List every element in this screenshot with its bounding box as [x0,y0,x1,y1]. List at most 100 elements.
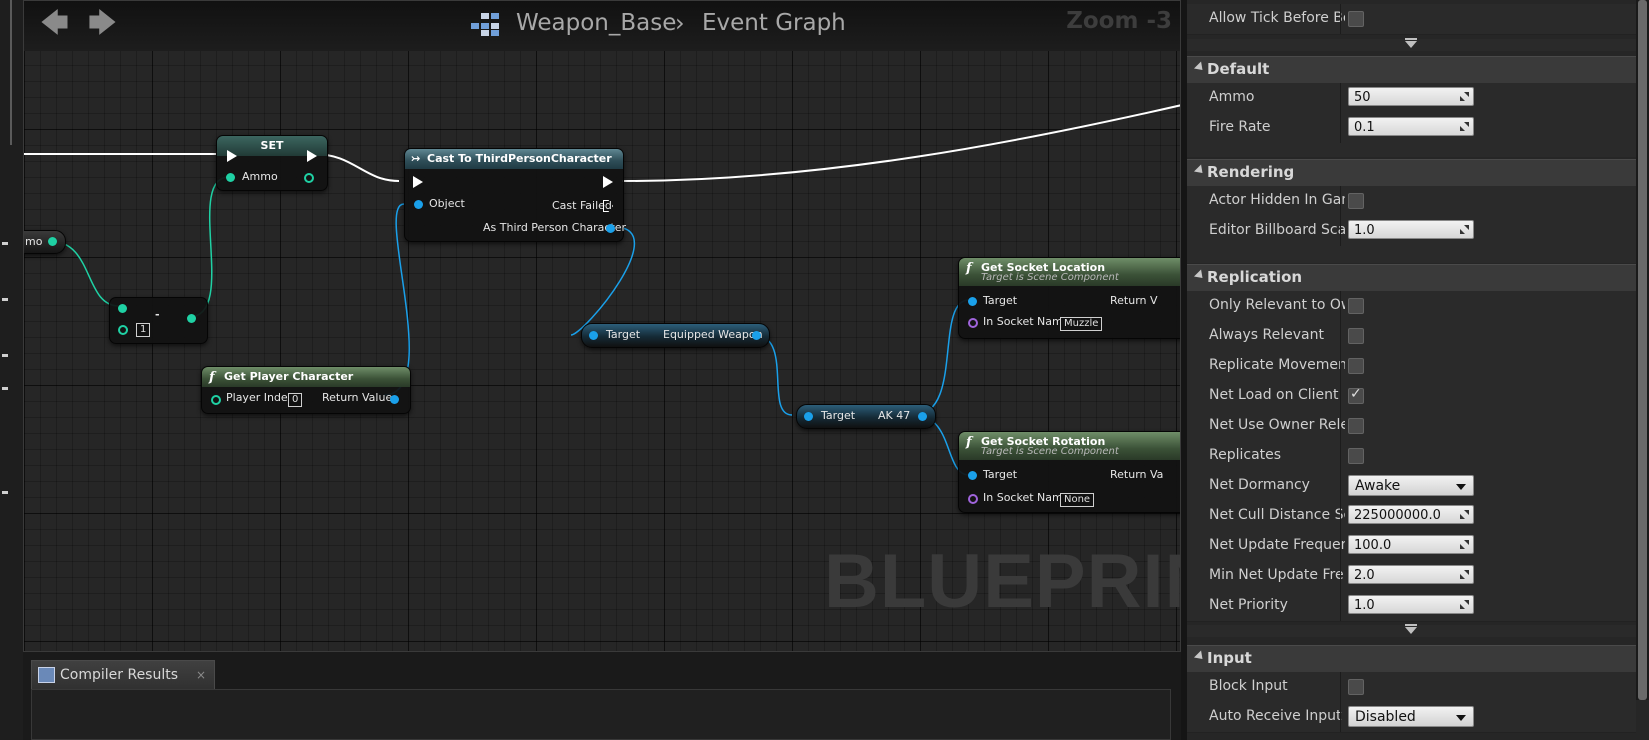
row-splitter[interactable] [1340,702,1341,732]
drag-handle-icon[interactable] [1460,570,1469,579]
set-exec-out-pin[interactable] [307,150,317,162]
row-splitter[interactable] [1340,471,1341,501]
socket-loc-name-pin[interactable] [968,318,978,328]
subtract-out-pin[interactable] [187,314,196,323]
min-net-update-input[interactable]: 2.0 [1348,565,1474,584]
as-character-pin[interactable] [606,224,615,233]
dropdown-arrow-icon[interactable] [1456,484,1466,490]
drag-handle-icon[interactable] [1460,92,1469,101]
ak47-output-pin[interactable] [918,412,927,421]
cast-to-character-node[interactable]: ↣ Cast To ThirdPersonCharacter Object Ca… [404,148,626,242]
auto-receive-dropdown[interactable]: Disabled [1348,706,1474,727]
set-ammo-in-pin[interactable] [226,173,235,182]
row-splitter[interactable] [1340,672,1341,702]
row-splitter[interactable] [1340,186,1341,216]
collapse-arrow-icon[interactable] [1193,61,1207,74]
get-socket-location-node[interactable]: f Get Socket Location Target is Scene Co… [958,257,1180,339]
replicates-checkbox[interactable] [1348,448,1364,464]
row-splitter[interactable] [1340,216,1341,246]
cast-object-pin[interactable] [414,200,423,209]
row-splitter[interactable] [1340,441,1341,471]
row-splitter[interactable] [1340,381,1341,411]
socket-loc-target-pin[interactable] [968,297,977,306]
socket-rot-target-pin[interactable] [968,471,977,480]
billboard-input[interactable]: 1.0 [1348,220,1474,239]
collapse-arrow-icon[interactable] [1193,164,1207,177]
subtract-node[interactable]: - 1 [109,297,208,344]
close-icon[interactable]: × [196,661,206,689]
subtract-b-value[interactable]: 1 [136,323,151,337]
row-splitter[interactable] [1340,4,1341,34]
net-use-owner-checkbox[interactable] [1348,418,1364,434]
dropdown-arrow-icon[interactable] [1456,715,1466,721]
compiler-results-tab[interactable]: Compiler Results × [31,660,215,690]
set-ammo-node[interactable]: SET Ammo [216,135,328,191]
details-scrollbar[interactable] [1636,0,1649,700]
net-dormancy-dropdown[interactable]: Awake [1348,475,1474,496]
net-priority-input[interactable]: 1.0 [1348,595,1474,614]
always-relevant-checkbox[interactable] [1348,328,1364,344]
category-replication[interactable]: Replication [1187,264,1636,291]
category-input[interactable]: Input [1187,645,1636,672]
expand-advanced-icon[interactable] [1405,624,1417,634]
cast-exec-out-pin[interactable] [603,176,613,188]
row-splitter[interactable] [1340,531,1341,561]
set-ammo-out-pin[interactable] [304,173,314,183]
allow-tick-checkbox[interactable] [1348,11,1364,27]
net-cull-input[interactable]: 225000000.0 [1348,505,1474,524]
category-rendering[interactable]: Rendering [1187,159,1636,186]
drag-handle-icon[interactable] [1460,510,1469,519]
row-splitter[interactable] [1340,561,1341,591]
cast-exec-in-pin[interactable] [413,176,423,188]
breadcrumb-blueprint[interactable]: Weapon_Base [516,10,676,36]
set-exec-in-pin[interactable] [227,150,237,162]
row-splitter[interactable] [1340,351,1341,381]
block-input-checkbox[interactable] [1348,679,1364,695]
drag-handle-icon[interactable] [1460,122,1469,131]
replicate-movement-checkbox[interactable] [1348,358,1364,374]
get-player-character-node[interactable]: f Get Player Character Player Index 0 Re… [201,366,411,414]
fire-rate-input[interactable]: 0.1 [1348,117,1474,136]
ammo-getter-out-pin[interactable] [48,237,57,246]
drag-handle-icon[interactable] [1460,540,1469,549]
graph-canvas[interactable]: 🡄 🡆 Weapon_Base › Event Graph Zoom -3 mo… [23,0,1181,652]
scrollbar-thumb[interactable] [1638,0,1647,700]
row-splitter[interactable] [1340,291,1341,321]
player-index-value[interactable]: 0 [288,393,303,407]
category-default[interactable]: Default [1187,56,1636,83]
get-socket-rotation-node[interactable]: f Get Socket Rotation Target is Scene Co… [958,431,1180,513]
row-splitter[interactable] [1340,321,1341,351]
subtract-b-pin[interactable] [118,325,128,335]
only-relevant-checkbox[interactable] [1348,298,1364,314]
ak47-node[interactable]: Target AK 47 [796,404,936,429]
row-splitter[interactable] [1340,501,1341,531]
player-index-pin[interactable] [211,395,221,405]
equipped-weapon-pin[interactable] [752,331,761,340]
drag-handle-icon[interactable] [1460,600,1469,609]
breadcrumb-graph[interactable]: Event Graph [702,10,846,36]
ammo-getter-node[interactable]: mo [24,230,66,254]
net-load-checkbox[interactable] [1348,386,1364,404]
drag-handle-icon[interactable] [1460,225,1469,234]
actor-hidden-checkbox[interactable] [1348,193,1364,209]
equipped-weapon-node[interactable]: Target Equipped Weapon [581,323,770,348]
collapse-arrow-icon[interactable] [1193,650,1207,663]
ak47-target-pin[interactable] [804,412,813,421]
back-arrow-icon[interactable]: 🡄 [40,8,69,38]
subtract-a-pin[interactable] [118,304,127,313]
equipped-target-pin[interactable] [589,331,598,340]
advanced-expander[interactable] [1187,624,1636,637]
forward-arrow-icon[interactable]: 🡆 [88,8,117,38]
row-splitter[interactable] [1340,591,1341,621]
net-update-input[interactable]: 100.0 [1348,535,1474,554]
collapse-arrow-icon[interactable] [1193,269,1207,282]
socket-rot-name-value[interactable]: None [1060,493,1095,507]
row-splitter[interactable] [1340,83,1341,113]
expand-advanced-icon[interactable] [1405,38,1417,48]
advanced-expander[interactable] [1187,38,1636,51]
row-splitter[interactable] [1340,411,1341,441]
socket-loc-name-value[interactable]: Muzzle [1060,317,1103,331]
row-splitter[interactable] [1340,113,1341,143]
socket-rot-name-pin[interactable] [968,494,978,504]
compiler-output-area[interactable] [31,689,1171,740]
